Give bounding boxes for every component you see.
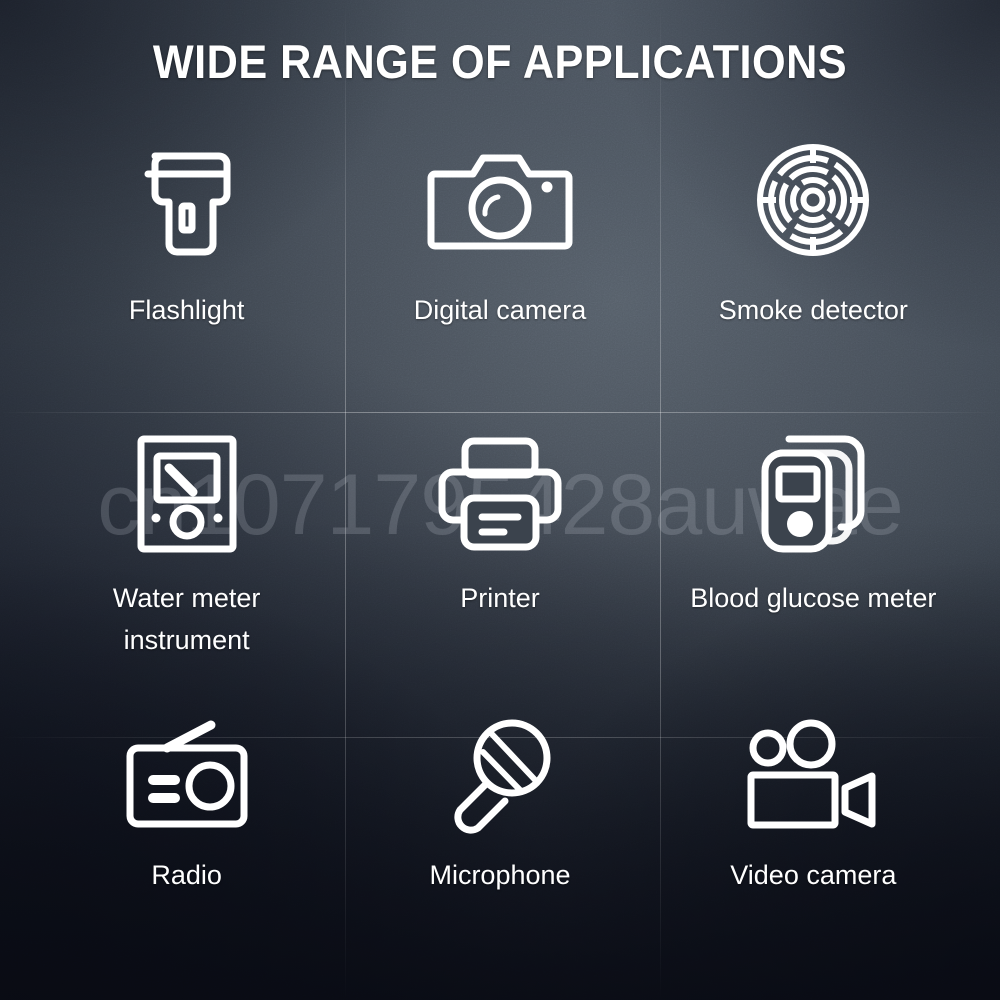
applications-grid: Flashlight Digital camera Smoke detector…	[30, 110, 970, 980]
smoke-detector-icon	[755, 110, 871, 290]
application-label: Flashlight	[128, 295, 245, 325]
application-label: Printer	[460, 583, 540, 613]
application-item-flashlight: Flashlight	[30, 110, 343, 410]
microphone-icon	[442, 695, 558, 855]
water-meter-icon	[136, 410, 238, 578]
application-item-video-camera: Video camera	[657, 695, 970, 980]
application-label: Blood glucose meter	[690, 583, 937, 613]
application-label: Video camera	[730, 860, 897, 890]
camera-icon	[427, 110, 573, 290]
application-item-glucose-meter: Blood glucose meter	[657, 410, 970, 695]
printer-icon	[437, 410, 563, 578]
application-item-microphone: Microphone	[343, 695, 656, 980]
application-label: Microphone	[429, 860, 571, 890]
application-item-digital-camera: Digital camera	[343, 110, 656, 410]
video-camera-icon	[746, 695, 880, 855]
application-label: Smoke detector	[718, 295, 908, 325]
application-item-printer: Printer	[343, 410, 656, 695]
application-item-radio: Radio	[30, 695, 343, 980]
application-item-water-meter: Water meter instrument	[30, 410, 343, 695]
glucose-meter-icon	[757, 410, 869, 578]
application-item-smoke-detector: Smoke detector	[657, 110, 970, 410]
application-label: Digital camera	[413, 295, 587, 325]
application-showcase-panel: cn1071795428auwae WIDE RANGE OF APPLICAT…	[0, 0, 1000, 1000]
page-title: WIDE RANGE OF APPLICATIONS	[152, 35, 848, 88]
radio-icon	[125, 695, 249, 855]
application-label: Water meter instrument	[112, 583, 261, 655]
flashlight-icon	[139, 110, 235, 290]
application-label: Radio	[151, 860, 222, 890]
